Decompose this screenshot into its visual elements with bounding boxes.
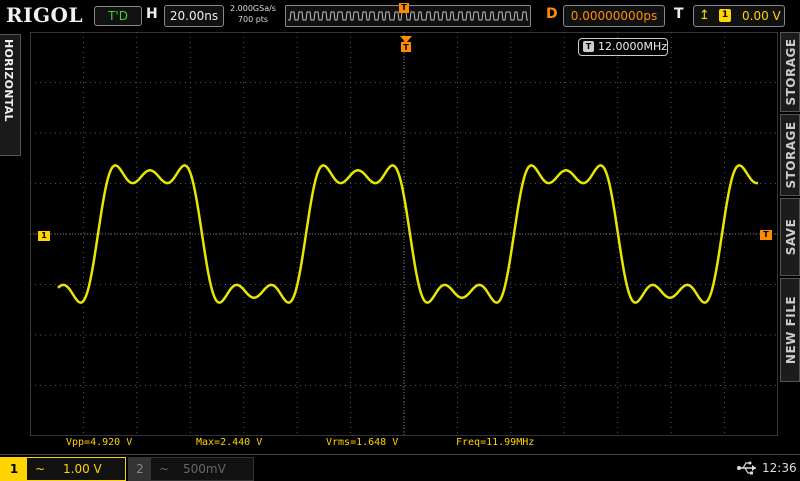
menu-item-storage-1[interactable]: STORAGE bbox=[780, 32, 800, 112]
menu-item-storage-2[interactable]: STORAGE bbox=[780, 114, 800, 196]
measurement-vrms: Vrms=1.648 V bbox=[326, 437, 399, 448]
ch2-number: 2 bbox=[129, 458, 151, 480]
memory-depth: 700 pts bbox=[237, 15, 269, 24]
trigger-settings[interactable]: ↥ 1 0.00 V bbox=[693, 5, 785, 27]
menu-item-label: STORAGE bbox=[784, 121, 798, 189]
ch1-scale: 1.00 V bbox=[63, 462, 102, 476]
ac-coupling-icon: ~ bbox=[35, 462, 46, 476]
frequency-counter-badge: T 12.0000MHz bbox=[578, 38, 668, 56]
menu-item-save[interactable]: SAVE bbox=[780, 198, 800, 276]
ac-coupling-icon: ~ bbox=[159, 462, 170, 476]
counter-marker: T bbox=[583, 41, 594, 52]
timebase-value[interactable]: 20.00ns bbox=[164, 5, 224, 27]
ch1-number: 1 bbox=[1, 458, 27, 480]
trigger-position-icon: T bbox=[400, 36, 412, 52]
brand-logo: RIGOL bbox=[6, 3, 84, 27]
ch2-scale: 500mV bbox=[183, 462, 226, 476]
right-softkey-menu: STORAGE STORAGE SAVE NEW FILE bbox=[780, 32, 800, 442]
ch1-status-tab[interactable]: 1 ~ 1.00 V bbox=[0, 457, 126, 481]
usb-icon bbox=[737, 461, 756, 475]
ch2-status-tab[interactable]: 2 ~ 500mV bbox=[128, 457, 254, 481]
horizontal-panel-label: HORIZONTAL bbox=[2, 39, 15, 122]
rising-edge-icon: ↥ bbox=[699, 8, 710, 23]
trigger-level-marker[interactable]: T bbox=[760, 230, 772, 240]
menu-item-new-file[interactable]: NEW FILE bbox=[780, 278, 800, 382]
sample-rate: 2.000GSa/s bbox=[230, 4, 276, 13]
top-status-bar: RIGOL T'D H 20.00ns 2.000GSa/s 700 pts T… bbox=[0, 0, 800, 30]
delay-label: D bbox=[546, 6, 558, 22]
svg-text:T: T bbox=[403, 43, 409, 52]
horizontal-panel-tab[interactable]: HORIZONTAL bbox=[0, 34, 21, 156]
trigger-position-marker: T bbox=[399, 3, 409, 13]
measurement-max: Max=2.440 V bbox=[196, 437, 263, 448]
menu-item-label: STORAGE bbox=[784, 38, 798, 106]
trigger-source-badge: 1 bbox=[719, 9, 731, 22]
trigger-label: T bbox=[674, 6, 684, 22]
ch1-ground-marker[interactable]: 1 bbox=[38, 231, 50, 241]
acquisition-info: 2.000GSa/s 700 pts bbox=[226, 3, 280, 25]
channel-status-bar: 1 ~ 1.00 V 2 ~ 500mV 12:36 bbox=[0, 454, 800, 481]
menu-item-label: NEW FILE bbox=[784, 295, 798, 365]
run-status-indicator[interactable]: T'D bbox=[94, 6, 142, 26]
measurement-freq: Freq=11.99MHz bbox=[456, 437, 535, 448]
horizontal-label: H bbox=[146, 6, 158, 22]
frequency-counter-value: 12.0000MHz bbox=[598, 40, 668, 53]
waveform-display[interactable] bbox=[30, 32, 778, 436]
clock: 12:36 bbox=[762, 461, 797, 475]
menu-item-label: SAVE bbox=[784, 218, 798, 256]
measurement-vpp: Vpp=4.920 V bbox=[66, 437, 133, 448]
delay-value[interactable]: 0.00000000ps bbox=[563, 5, 665, 27]
trigger-level-value: 0.00 V bbox=[742, 9, 781, 23]
